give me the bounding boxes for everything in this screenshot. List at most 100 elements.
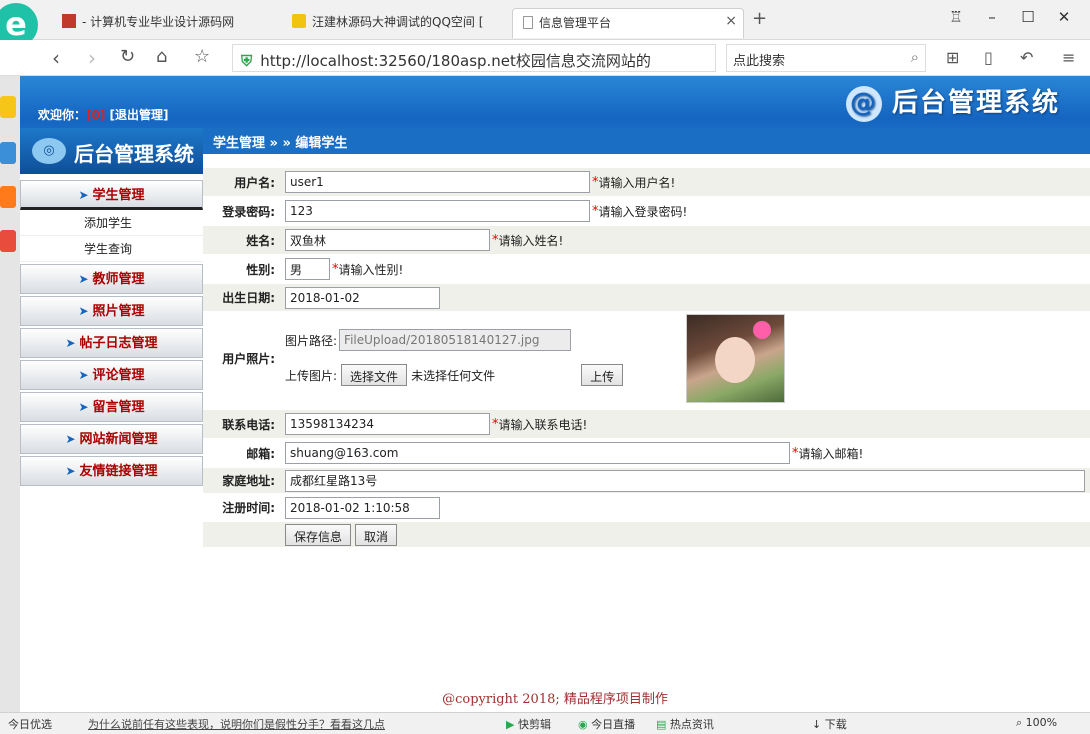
home-icon[interactable]: ⌂: [156, 46, 167, 67]
username-field[interactable]: [285, 171, 590, 193]
back-icon[interactable]: ‹: [52, 46, 60, 70]
star-favicon-icon: [292, 14, 306, 28]
side-app-icon[interactable]: [0, 142, 16, 164]
row-regtime: 注册时间:: [203, 494, 1090, 522]
no-file-text: 未选择任何文件: [411, 368, 496, 383]
secure-shield-icon: ⛨: [241, 52, 253, 70]
sidebar-group-photo[interactable]: ➤ 照片管理: [20, 296, 203, 326]
sidebar-group-teacher[interactable]: ➤ 教师管理: [20, 264, 203, 294]
clip-icon: ▶: [506, 718, 515, 731]
password-field[interactable]: [285, 200, 590, 222]
arrow-icon: ➤: [78, 272, 89, 286]
sidebar-group-links[interactable]: ➤ 友情链接管理: [20, 456, 203, 486]
minimize-icon[interactable]: –: [974, 8, 1010, 26]
phone-field[interactable]: [285, 413, 490, 435]
choose-file-button[interactable]: 选择文件: [341, 364, 408, 386]
arrow-icon: ➤: [78, 304, 89, 318]
side-app-icon[interactable]: [0, 96, 16, 118]
welcome-text: 欢迎你：[0] [退出管理]: [38, 108, 169, 122]
news-icon: ▤: [656, 718, 667, 731]
upload-button[interactable]: 上传: [581, 364, 624, 386]
sidebar-header: ◎ 后台管理系统: [20, 128, 203, 174]
download-icon: ↓: [812, 718, 822, 731]
browser-status-bar: 今日优选 为什么说前任有这些表现，说明你们是假性分手？看看这几点 ▶ 快剪辑 ◉…: [0, 712, 1090, 734]
address-toolbar: ‹ › ↻ ⌂ ☆ ⛨ http://localhost:32560/180asp…: [0, 40, 1090, 76]
sidebar-group-news[interactable]: ➤ 网站新闻管理: [20, 424, 203, 454]
download-button[interactable]: ↓ 下载: [812, 716, 847, 732]
tab-qq-space[interactable]: 汪建林源码大神调试的QQ空间 [: [282, 8, 508, 38]
sidebar-group-messages[interactable]: ➤ 留言管理: [20, 392, 203, 422]
birthday-field[interactable]: [285, 286, 440, 309]
photo-path-field[interactable]: [339, 329, 572, 351]
zoom-level[interactable]: ⌕ 100%: [1016, 716, 1057, 730]
forward-icon[interactable]: ›: [88, 46, 96, 70]
maximize-icon[interactable]: ☐: [1010, 8, 1046, 26]
sidebar-group-student[interactable]: ➤ 学生管理: [20, 180, 203, 210]
arrow-icon: ➤: [78, 188, 89, 202]
bookmark-star-icon[interactable]: ☆: [194, 46, 210, 67]
live-button[interactable]: ◉ 今日直播: [578, 716, 635, 732]
side-app-icon[interactable]: [0, 230, 16, 252]
site-favicon-icon: [62, 14, 76, 28]
logout-link[interactable]: [退出管理]: [110, 108, 169, 122]
name-field[interactable]: [285, 229, 490, 251]
regtime-field[interactable]: [285, 496, 440, 519]
undo-icon[interactable]: ↶: [1020, 48, 1033, 67]
row-actions: 保存信息 取消: [203, 522, 1090, 548]
zoom-icon: ⌕: [1016, 716, 1023, 729]
sidebar-group-posts[interactable]: ➤ 帖子日志管理: [20, 328, 203, 358]
sidebar-group-comments[interactable]: ➤ 评论管理: [20, 360, 203, 390]
arrow-icon: ➤: [78, 400, 89, 414]
row-name: 姓名: *请输入姓名!: [203, 226, 1090, 255]
side-app-icon[interactable]: [0, 186, 16, 208]
browser-side-strip: [0, 76, 20, 712]
address-field[interactable]: [285, 469, 1085, 492]
refresh-icon[interactable]: ↻: [120, 46, 135, 67]
apps-icon[interactable]: ⊞: [946, 48, 959, 67]
row-username: 用户名: *请输入用户名!: [203, 168, 1090, 197]
row-password: 登录密码: *请输入登录密码!: [203, 197, 1090, 226]
cancel-button[interactable]: 取消: [355, 523, 398, 546]
today-picks-link[interactable]: 今日优选: [8, 716, 52, 732]
tablet-icon[interactable]: ▯: [984, 48, 993, 67]
row-photo: 用户照片: 图片路径: 上传图片: 选择文件 未选择任何文件 上传: [203, 312, 1090, 410]
arrow-icon: ➤: [78, 368, 89, 382]
breadcrumb: 学生管理 » » 编辑学生: [203, 128, 1090, 154]
sidebar-item-query-student[interactable]: 学生查询: [20, 236, 203, 262]
page-favicon-icon: [523, 16, 533, 29]
sidebar-item-add-student[interactable]: 添加学生: [20, 210, 203, 236]
copyright-footer: @copyright 2018; 精品程序项目制作: [442, 692, 668, 707]
skin-icon[interactable]: ♖: [938, 8, 974, 26]
row-address: 家庭地址:: [203, 468, 1090, 494]
quick-clip-button[interactable]: ▶ 快剪辑: [506, 716, 551, 732]
arrow-icon: ➤: [65, 464, 76, 478]
username-badge: [0]: [86, 108, 106, 122]
row-gender: 性别: *请输入性别!: [203, 255, 1090, 284]
edit-student-form: 用户名: *请输入用户名! 登录密码: *请输入登录密码! 姓名: *请输入姓名…: [203, 168, 1090, 548]
row-email: 邮箱: *请输入邮箱!: [203, 439, 1090, 468]
row-phone: 联系电话: *请输入联系电话!: [203, 410, 1090, 439]
hot-news-button[interactable]: ▤ 热点资讯: [656, 716, 714, 732]
browser-tab-bar: e - 计算机专业毕业设计源码网 汪建林源码大神调试的QQ空间 [ 信息管理平台…: [0, 0, 1090, 47]
email-field[interactable]: [285, 442, 790, 464]
search-icon[interactable]: ⌕: [911, 48, 919, 66]
row-birthday: 出生日期:: [203, 284, 1090, 312]
play-icon: ◉: [578, 718, 588, 731]
close-tab-icon[interactable]: ×: [725, 13, 737, 29]
new-tab-button[interactable]: +: [752, 8, 767, 29]
url-input[interactable]: ⛨ http://localhost:32560/180asp.net校园信息交流…: [232, 44, 716, 72]
sidebar-logo-icon: ◎: [32, 138, 66, 164]
search-input[interactable]: 点此搜索 ⌕: [726, 44, 926, 72]
menu-icon[interactable]: ≡: [1062, 48, 1075, 67]
arrow-icon: ➤: [65, 432, 76, 446]
arrow-icon: ➤: [65, 336, 76, 350]
gender-field[interactable]: [285, 258, 330, 280]
sidebar: ◎ 后台管理系统 ➤ 学生管理 添加学生 学生查询 ➤ 教师管理 ➤ 照片管理 ➤ 帖子…: [20, 128, 203, 486]
save-button[interactable]: 保存信息: [285, 523, 352, 546]
tab-source-site[interactable]: - 计算机专业毕业设计源码网: [52, 8, 278, 38]
close-window-icon[interactable]: ✕: [1046, 8, 1082, 26]
news-headline-link[interactable]: 为什么说前任有这些表现，说明你们是假性分手？看看这几点: [88, 716, 385, 732]
window-controls: ♖ – ☐ ✕: [938, 8, 1082, 26]
tab-info-platform[interactable]: 信息管理平台 ×: [512, 8, 744, 38]
user-photo: [686, 314, 785, 403]
